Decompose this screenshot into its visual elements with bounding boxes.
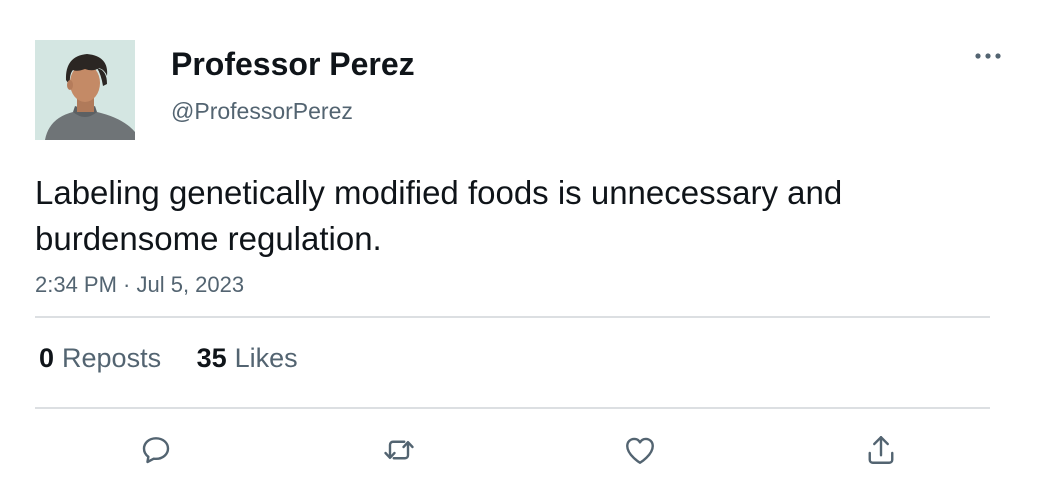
heart-icon bbox=[626, 437, 654, 464]
author-display-name[interactable]: Professor Perez bbox=[171, 44, 415, 84]
more-options-button[interactable] bbox=[968, 44, 1008, 68]
like-button[interactable] bbox=[620, 430, 660, 470]
reposts-label: Reposts bbox=[62, 343, 162, 373]
share-icon bbox=[868, 436, 894, 464]
divider bbox=[35, 316, 990, 318]
author-handle[interactable]: @ProfessorPerez bbox=[171, 97, 353, 125]
more-horizontal-icon bbox=[975, 53, 1001, 59]
engagement-stats: 0 Reposts 35 Likes bbox=[39, 340, 326, 376]
reposts-stat[interactable]: 0 Reposts bbox=[39, 340, 161, 376]
tweet-card: Professor Perez @ProfessorPerez Labeling… bbox=[0, 0, 1050, 480]
reply-button[interactable] bbox=[136, 430, 176, 470]
likes-count: 35 bbox=[196, 343, 227, 373]
repost-icon bbox=[384, 440, 414, 460]
repost-button[interactable] bbox=[379, 430, 419, 470]
tweet-timestamp[interactable]: 2:34 PM · Jul 5, 2023 bbox=[35, 271, 244, 299]
avatar-image bbox=[35, 40, 135, 140]
reply-icon bbox=[142, 437, 170, 464]
tweet-text: Labeling genetically modified foods is u… bbox=[35, 174, 843, 257]
avatar[interactable] bbox=[35, 40, 135, 140]
share-button[interactable] bbox=[861, 430, 901, 470]
reposts-count: 0 bbox=[39, 343, 55, 373]
likes-stat[interactable]: 35 Likes bbox=[197, 340, 298, 376]
likes-label: Likes bbox=[234, 343, 298, 373]
divider bbox=[35, 407, 990, 409]
